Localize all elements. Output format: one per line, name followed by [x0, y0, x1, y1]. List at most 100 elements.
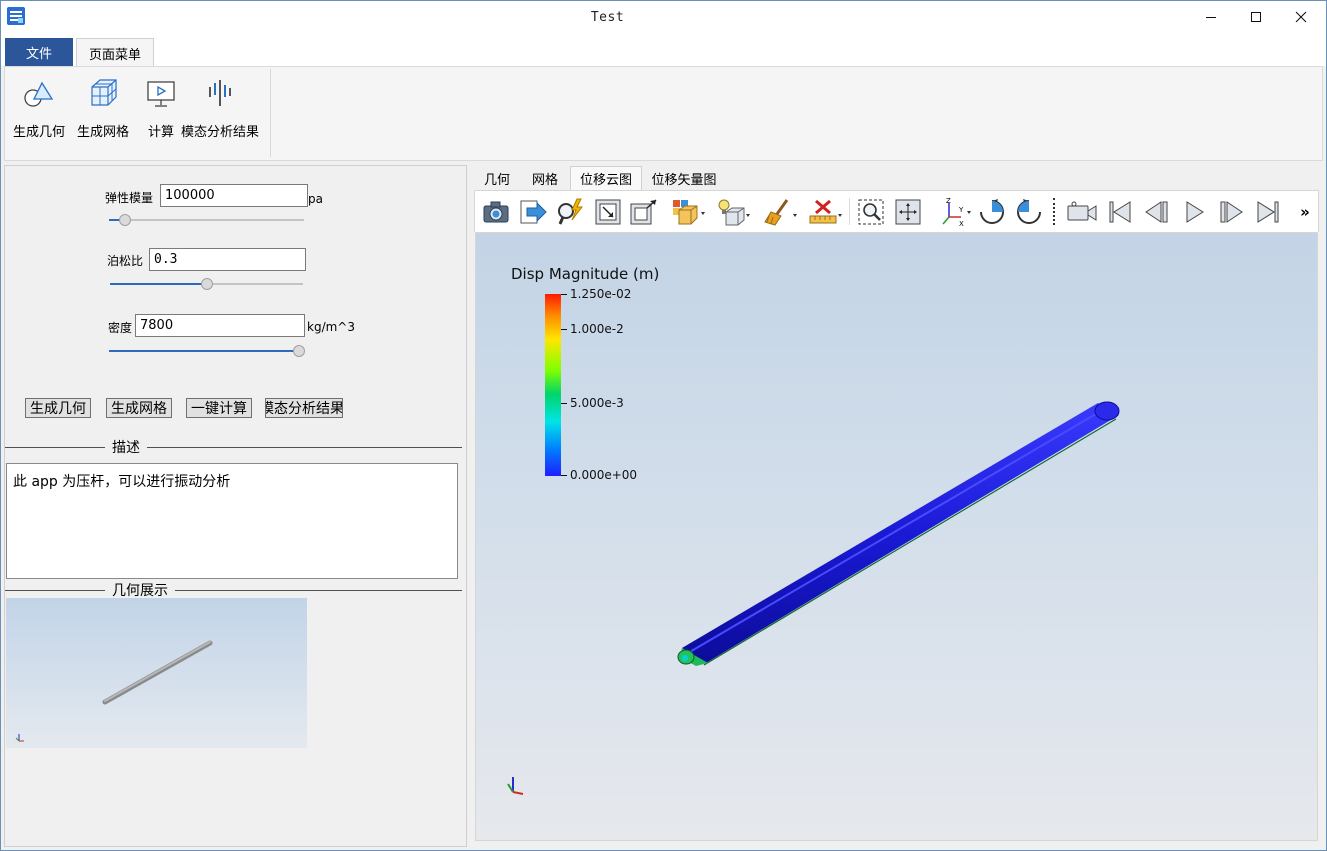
- one-click-compute-button[interactable]: 一键计算: [186, 398, 252, 418]
- previous-frame-button[interactable]: [1142, 198, 1172, 226]
- slider-handle[interactable]: [118, 214, 131, 226]
- video-camera-icon: [1067, 201, 1097, 221]
- maximize-icon: [1251, 12, 1261, 22]
- view-toolbar: ZYX »: [474, 190, 1319, 232]
- zoom-box-icon: [630, 199, 657, 225]
- modal-results-button[interactable]: 模态分析结果: [265, 398, 343, 418]
- ribbon-button-label: 计算: [147, 125, 174, 140]
- render-viewport[interactable]: Disp Magnitude (m) 1.250e-02 1.000e-2 5.…: [475, 232, 1318, 841]
- elastic-modulus-input[interactable]: 100000: [160, 184, 308, 207]
- mini-axes-icon: [15, 734, 24, 742]
- elastic-modulus-slider[interactable]: [109, 213, 304, 227]
- ribbon-compute-button[interactable]: 计算: [141, 73, 181, 141]
- last-frame-button[interactable]: [1253, 198, 1283, 226]
- first-frame-button[interactable]: [1105, 198, 1135, 226]
- previous-frame-icon: [1145, 201, 1168, 223]
- geometry-rod-image: [15, 640, 213, 742]
- rotate-cw-button[interactable]: [977, 198, 1007, 226]
- tab-geometry[interactable]: 几何: [474, 166, 520, 190]
- tab-displacement-vector[interactable]: 位移矢量图: [644, 166, 724, 190]
- mesh-icon: [83, 73, 123, 109]
- rotate-cw-icon: [980, 199, 1004, 224]
- generate-mesh-button[interactable]: 生成网格: [106, 398, 172, 418]
- ribbon-generate-mesh-button[interactable]: 生成网格: [77, 73, 129, 141]
- camera-button[interactable]: [481, 198, 511, 226]
- close-icon: [1295, 11, 1307, 23]
- play-button[interactable]: [1179, 198, 1209, 226]
- delete-ruler-icon: [809, 199, 842, 224]
- rod-displacement-render: [507, 401, 1120, 795]
- svg-text:X: X: [959, 220, 964, 227]
- ribbon-modal-results-button[interactable]: 模态分析结果: [181, 73, 259, 141]
- probe-query-icon: [558, 198, 584, 225]
- geometry-preview-view[interactable]: [6, 598, 307, 748]
- export-icon: [520, 200, 547, 224]
- rotate-ccw-button[interactable]: [1014, 198, 1044, 226]
- color-cube-icon: [673, 200, 705, 225]
- tab-mesh[interactable]: 网格: [522, 166, 568, 190]
- light-bulb-icon: [718, 199, 750, 226]
- minimize-button[interactable]: [1188, 0, 1234, 34]
- poisson-ratio-input[interactable]: 0.3: [149, 248, 306, 271]
- compute-icon: [141, 73, 181, 109]
- next-frame-icon: [1220, 201, 1243, 223]
- rotate-ccw-icon: [1017, 199, 1041, 224]
- zoom-region-button[interactable]: [856, 198, 886, 226]
- modal-results-button-label: 模态分析结果: [265, 401, 343, 417]
- ribbon-generate-geometry-button[interactable]: 生成几何: [13, 73, 65, 141]
- slider-handle[interactable]: [293, 345, 305, 357]
- last-frame-icon: [1257, 201, 1279, 223]
- play-icon: [1186, 201, 1204, 223]
- zoom-region-icon: [858, 199, 884, 225]
- camera-icon: [483, 201, 509, 223]
- elastic-modulus-unit: pa: [308, 192, 323, 206]
- ribbon-button-label: 模态分析结果: [181, 125, 260, 140]
- tab-page-menu[interactable]: 页面菜单: [76, 38, 154, 67]
- ribbon-tab-bar: 文件 页面菜单: [0, 34, 1327, 67]
- close-button[interactable]: [1278, 0, 1324, 34]
- delete-ruler-button[interactable]: [808, 198, 844, 226]
- pan-button[interactable]: [893, 198, 923, 226]
- geometry-preview-group-line: [5, 590, 462, 591]
- poisson-ratio-label: 泊松比: [107, 254, 144, 268]
- geometry-preview-group-title: 几何展示: [105, 580, 175, 600]
- modal-analysis-icon: [200, 73, 240, 109]
- poisson-ratio-slider[interactable]: [110, 277, 303, 291]
- slider-handle[interactable]: [200, 278, 213, 290]
- probe-query-button[interactable]: [555, 198, 585, 226]
- tab-file[interactable]: 文件: [5, 38, 73, 66]
- description-text-box[interactable]: 此 app 为压杆，可以进行振动分析: [6, 463, 458, 579]
- title-bar[interactable]: Test: [0, 0, 1327, 34]
- parameter-panel: 弹性模量 100000 pa 泊松比 0.3 密度 7800 kg/m^3 生成…: [4, 165, 467, 847]
- ribbon-button-label: 生成网格: [77, 125, 130, 140]
- axes-orient-button[interactable]: ZYX: [937, 197, 973, 227]
- toolbar-divider: [1053, 198, 1055, 225]
- window-title: Test: [590, 10, 625, 25]
- axes-orient-icon: ZYX: [942, 197, 971, 227]
- ribbon-panel: 生成几何 生成网格 计算 模态分析结果: [4, 66, 1323, 161]
- density-label: 密度: [108, 321, 133, 335]
- zoom-box-button[interactable]: [629, 198, 659, 226]
- pan-icon: [895, 199, 921, 225]
- ribbon-button-label: 生成几何: [13, 125, 66, 140]
- orientation-axes-icon: [507, 777, 524, 795]
- color-cube-button[interactable]: [671, 198, 707, 226]
- first-frame-icon: [1109, 201, 1131, 223]
- description-group-title: 描述: [105, 437, 147, 457]
- tab-displacement-contour[interactable]: 位移云图: [570, 166, 642, 190]
- export-button[interactable]: [518, 198, 548, 226]
- zoom-fit-button[interactable]: [593, 198, 623, 226]
- broom-button[interactable]: [763, 198, 799, 226]
- next-frame-button[interactable]: [1216, 198, 1246, 226]
- zoom-fit-icon: [595, 199, 621, 225]
- more-icon[interactable]: »: [1293, 198, 1317, 226]
- svg-text:Y: Y: [958, 206, 964, 214]
- generate-geometry-button[interactable]: 生成几何: [25, 398, 91, 418]
- light-bulb-button[interactable]: [716, 198, 752, 226]
- maximize-button[interactable]: [1233, 0, 1279, 34]
- density-input[interactable]: 7800: [135, 314, 305, 337]
- minimize-icon: [1206, 17, 1216, 18]
- ribbon-divider: [270, 69, 271, 157]
- density-slider[interactable]: [109, 344, 305, 358]
- video-camera-button[interactable]: [1065, 198, 1099, 226]
